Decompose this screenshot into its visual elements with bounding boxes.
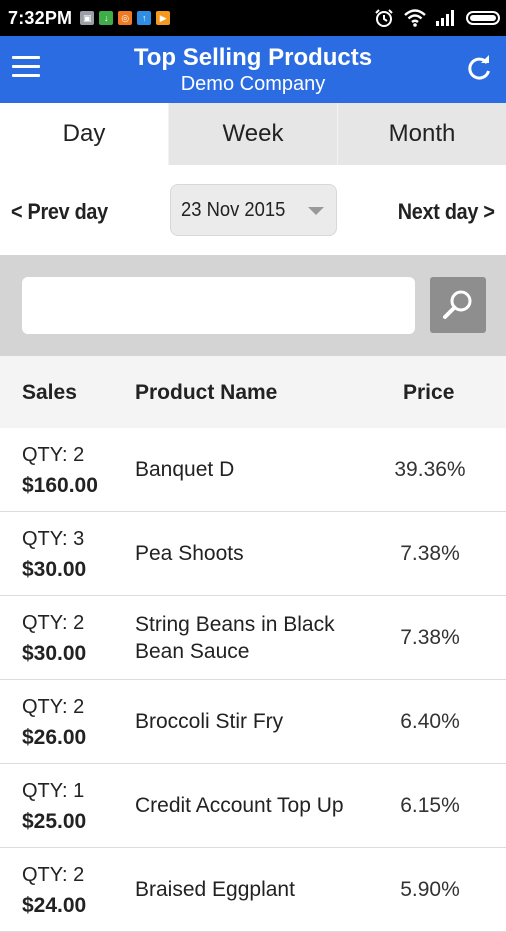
battery-icon xyxy=(466,11,500,25)
row-price: 39.36% xyxy=(394,457,466,481)
company-subtitle: Demo Company xyxy=(180,73,326,95)
row-qty: QTY: 3 xyxy=(22,528,85,550)
table-row[interactable]: QTY: 2 $24.00 Braised Eggplant 5.90% xyxy=(0,848,506,932)
row-price: 5.90% xyxy=(400,877,460,901)
alarm-icon xyxy=(375,9,393,27)
play-notification-icon: ▶ xyxy=(156,11,171,25)
row-qty: QTY: 1 xyxy=(22,780,85,802)
date-value: 23 Nov 2015 xyxy=(181,199,286,221)
table-row[interactable]: QTY: 2 $26.00 Broccoli Stir Fry 6.40% xyxy=(0,680,506,764)
download-notification-icon: ↓ xyxy=(99,11,114,25)
date-navigation: < Prev day 23 Nov 2015 Next day > xyxy=(0,165,506,255)
table-row[interactable]: QTY: 3 $30.00 Pea Shoots 7.38% xyxy=(0,512,506,596)
tab-month[interactable]: Month xyxy=(337,103,506,165)
row-amount: $30.00 xyxy=(22,642,87,665)
search-bar xyxy=(0,255,506,356)
status-bar: 7:32PM ▣ ↓ ◎ ↑ ▶ xyxy=(0,0,506,36)
row-price: 6.15% xyxy=(400,793,460,817)
column-header-sales: Sales xyxy=(22,381,77,404)
date-dropdown[interactable]: 23 Nov 2015 xyxy=(170,184,337,236)
app-bar: Top Selling Products Demo Company xyxy=(0,36,506,103)
period-tabs: Day Week Month xyxy=(0,103,506,165)
row-product-name: String Beans in Black Bean Sauce xyxy=(135,612,335,663)
column-header-product-name: Product Name xyxy=(135,381,278,404)
table-row[interactable]: QTY: 2 $30.00 String Beans in Black Bean… xyxy=(0,596,506,680)
page-title: Top Selling Products xyxy=(133,44,373,71)
row-qty: QTY: 2 xyxy=(22,864,85,886)
chevron-down-icon xyxy=(308,207,324,215)
row-product-name: Broccoli Stir Fry xyxy=(135,710,284,733)
row-qty: QTY: 2 xyxy=(22,696,85,718)
app-bar-titles: Top Selling Products Demo Company xyxy=(0,44,506,96)
table-row[interactable]: QTY: 1 $25.00 Credit Account Top Up 6.15… xyxy=(0,764,506,848)
upload-notification-icon: ↑ xyxy=(137,11,152,25)
sim-notification-icon: ▣ xyxy=(80,11,95,25)
product-list: QTY: 2 $160.00 Banquet D 39.36% QTY: 3 $… xyxy=(0,428,506,932)
app-notification-icon: ◎ xyxy=(118,11,133,25)
search-input[interactable] xyxy=(22,277,415,334)
row-amount: $26.00 xyxy=(22,726,87,749)
row-amount: $30.00 xyxy=(22,558,87,581)
row-product-name: Braised Eggplant xyxy=(135,878,295,901)
row-product-name: Pea Shoots xyxy=(135,542,244,565)
prev-day-button[interactable]: < Prev day xyxy=(11,199,108,225)
search-icon[interactable] xyxy=(430,277,486,333)
table-row[interactable]: QTY: 2 $160.00 Banquet D 39.36% xyxy=(0,428,506,512)
signal-icon xyxy=(436,10,454,26)
table-header: Sales Product Name Price xyxy=(0,356,506,428)
column-header-price: Price xyxy=(403,381,455,404)
row-price: 7.38% xyxy=(400,625,460,649)
tab-week[interactable]: Week xyxy=(168,103,337,165)
row-qty: QTY: 2 xyxy=(22,444,85,466)
next-day-button[interactable]: Next day > xyxy=(398,199,495,225)
row-price: 6.40% xyxy=(400,709,460,733)
row-amount: $25.00 xyxy=(22,810,87,833)
wifi-icon xyxy=(404,9,426,27)
row-price: 7.38% xyxy=(400,541,460,565)
row-amount: $24.00 xyxy=(22,894,87,917)
row-qty: QTY: 2 xyxy=(22,612,85,634)
row-product-name: Credit Account Top Up xyxy=(135,794,344,817)
row-product-name: Banquet D xyxy=(135,458,235,481)
status-time: 7:32PM xyxy=(8,7,73,28)
row-amount: $160.00 xyxy=(22,474,98,497)
refresh-icon[interactable] xyxy=(464,54,494,84)
tab-day[interactable]: Day xyxy=(0,103,168,165)
